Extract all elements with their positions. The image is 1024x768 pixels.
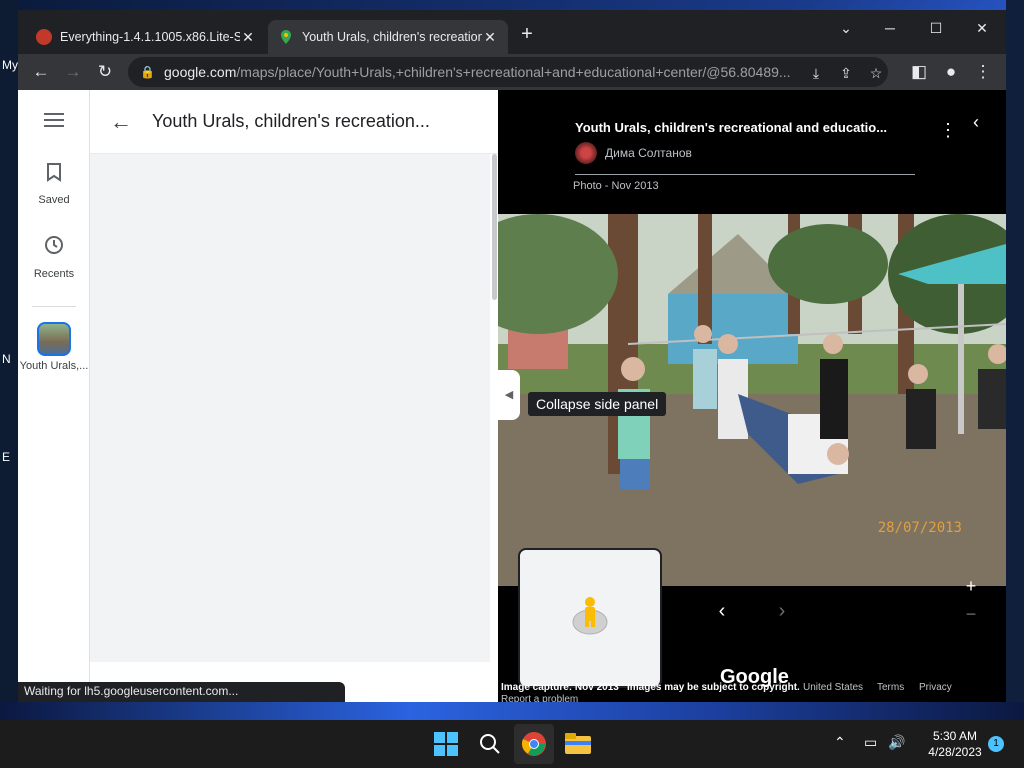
- desktop-icon-label[interactable]: My: [2, 58, 18, 72]
- tab-google-maps[interactable]: Youth Urals, children's recreation ✕: [268, 20, 508, 54]
- zoom-out-icon[interactable]: −: [962, 604, 980, 625]
- chevron-up-icon[interactable]: ⌃: [834, 734, 846, 751]
- close-tab-icon[interactable]: ✕: [240, 29, 256, 46]
- pegman-icon: [572, 597, 608, 635]
- windows-taskbar: ⌃ ▭ 🔊 5:30 AM 4/28/2023 1: [0, 720, 1024, 768]
- maps-page: Saved Recents Youth Urals,... ← Youth Ur…: [18, 90, 1006, 702]
- place-title: Youth Urals, children's recreation...: [152, 111, 430, 131]
- previous-photo-icon[interactable]: ‹: [712, 600, 732, 623]
- maps-nav-rail: Saved Recents Youth Urals,...: [18, 90, 90, 702]
- back-icon[interactable]: ←: [28, 59, 54, 85]
- photo-date-stamp: 28/07/2013: [877, 520, 962, 536]
- url-host: google.com: [164, 64, 237, 80]
- profile-icon[interactable]: ●: [938, 59, 964, 85]
- rail-item-label: Saved: [38, 194, 70, 206]
- reload-icon[interactable]: ↻: [92, 59, 118, 85]
- tab-search-icon[interactable]: ⌄: [826, 14, 866, 42]
- close-tab-icon[interactable]: ✕: [482, 29, 498, 46]
- region-link[interactable]: United States: [803, 682, 863, 693]
- photo-author[interactable]: Дима Солтанов: [575, 142, 692, 164]
- chrome-menu-icon[interactable]: ⋮: [970, 59, 996, 85]
- author-name: Дима Солтанов: [605, 146, 692, 160]
- browser-window: Everything-1.4.1.1005.x86.Lite-Se ✕ Yout…: [18, 10, 1006, 702]
- clock-date: 4/28/2023: [928, 745, 982, 759]
- hamburger-menu-icon[interactable]: [18, 112, 90, 131]
- bookmark-icon: [18, 162, 90, 188]
- chrome-taskbar-icon[interactable]: [514, 724, 554, 764]
- avatar: [575, 142, 597, 164]
- place-thumbnail: [37, 322, 71, 356]
- desktop-icon-label[interactable]: E: [2, 450, 10, 464]
- collapse-tooltip: Collapse side panel: [528, 392, 667, 416]
- close-window-button[interactable]: ✕: [962, 14, 1002, 42]
- maximize-button[interactable]: ☐: [916, 14, 956, 42]
- tab-everything[interactable]: Everything-1.4.1.1005.x86.Lite-Se ✕: [26, 20, 266, 54]
- share-icon[interactable]: ⇪: [836, 63, 856, 83]
- copyright-notice: Images may be subject to copyright.: [627, 682, 800, 693]
- maps-pin-icon: [278, 29, 294, 45]
- side-panel-loading-area: [90, 154, 490, 662]
- install-app-icon[interactable]: ⤓: [806, 63, 826, 83]
- side-panel-header: ← Youth Urals, children's recreation...: [90, 90, 498, 154]
- rail-item-recents[interactable]: Recents: [18, 234, 90, 280]
- minimap[interactable]: [518, 548, 662, 688]
- address-bar[interactable]: 🔒 google.com /maps/place/Youth+Urals,+ch…: [128, 57, 888, 87]
- rail-item-label: Recents: [33, 268, 75, 280]
- new-tab-button[interactable]: +: [516, 24, 538, 46]
- side-panel-icon[interactable]: ◧: [906, 59, 932, 85]
- place-side-panel: ← Youth Urals, children's recreation...: [90, 90, 498, 702]
- side-panel-scrollbar[interactable]: [492, 154, 497, 300]
- tab-title: Youth Urals, children's recreation: [302, 30, 482, 44]
- next-photo-icon[interactable]: ›: [772, 600, 792, 623]
- chevron-left-icon[interactable]: ‹: [966, 112, 986, 133]
- desktop-left-edge: My N E: [0, 0, 18, 720]
- windows-start-icon[interactable]: [426, 724, 466, 764]
- desktop-right-edge: [1006, 0, 1024, 720]
- collapse-side-panel-button[interactable]: ◀: [498, 370, 520, 420]
- image-capture-date: Image capture: Nov 2013: [501, 682, 619, 693]
- more-options-icon[interactable]: ⋮: [938, 120, 958, 141]
- rail-item-label: Youth Urals,...: [19, 360, 89, 372]
- lock-icon[interactable]: 🔒: [140, 65, 155, 79]
- desktop-icon-label[interactable]: N: [2, 352, 11, 366]
- minimize-button[interactable]: ─: [870, 14, 910, 42]
- tab-strip: Everything-1.4.1.1005.x86.Lite-Se ✕ Yout…: [18, 10, 1006, 54]
- history-icon: [18, 234, 90, 262]
- terms-link[interactable]: Terms: [877, 682, 904, 693]
- forward-icon[interactable]: →: [60, 59, 86, 85]
- header-divider: [575, 174, 915, 175]
- desktop-wallpaper: [0, 702, 1024, 720]
- rail-item-recent-place[interactable]: Youth Urals,...: [18, 322, 90, 372]
- viewer-footer: Image capture: Nov 2013 Images may be su…: [499, 682, 1004, 702]
- loading-status: Waiting for lh5.googleusercontent.com...: [18, 682, 345, 702]
- photo-place-title[interactable]: Youth Urals, children's recreational and…: [575, 120, 905, 135]
- photo-date: Photo - Nov 2013: [573, 180, 659, 192]
- network-icon[interactable]: ▭: [864, 734, 877, 751]
- rail-item-saved[interactable]: Saved: [18, 162, 90, 206]
- clock-time: 5:30 AM: [932, 729, 978, 743]
- back-arrow-icon[interactable]: ←: [90, 109, 152, 135]
- tab-title: Everything-1.4.1.1005.x86.Lite-Se: [60, 30, 240, 44]
- bookmark-star-icon[interactable]: ☆: [866, 63, 886, 83]
- notification-badge[interactable]: 1: [988, 736, 1004, 752]
- zoom-in-icon[interactable]: +: [962, 576, 980, 597]
- search-icon[interactable]: [470, 724, 510, 764]
- volume-icon[interactable]: 🔊: [888, 734, 905, 751]
- browser-toolbar: ← → ↻ 🔒 google.com /maps/place/Youth+Ura…: [18, 54, 1006, 90]
- system-clock[interactable]: 5:30 AM 4/28/2023: [920, 728, 990, 760]
- report-problem-link[interactable]: Report a problem: [501, 694, 578, 702]
- rail-divider: [32, 306, 76, 307]
- privacy-link[interactable]: Privacy: [919, 682, 952, 693]
- photo-viewer-header: Youth Urals, children's recreational and…: [498, 90, 1006, 214]
- everything-favicon-icon: [36, 29, 52, 45]
- url-path: /maps/place/Youth+Urals,+children's+recr…: [236, 64, 791, 80]
- file-explorer-icon[interactable]: [558, 724, 598, 764]
